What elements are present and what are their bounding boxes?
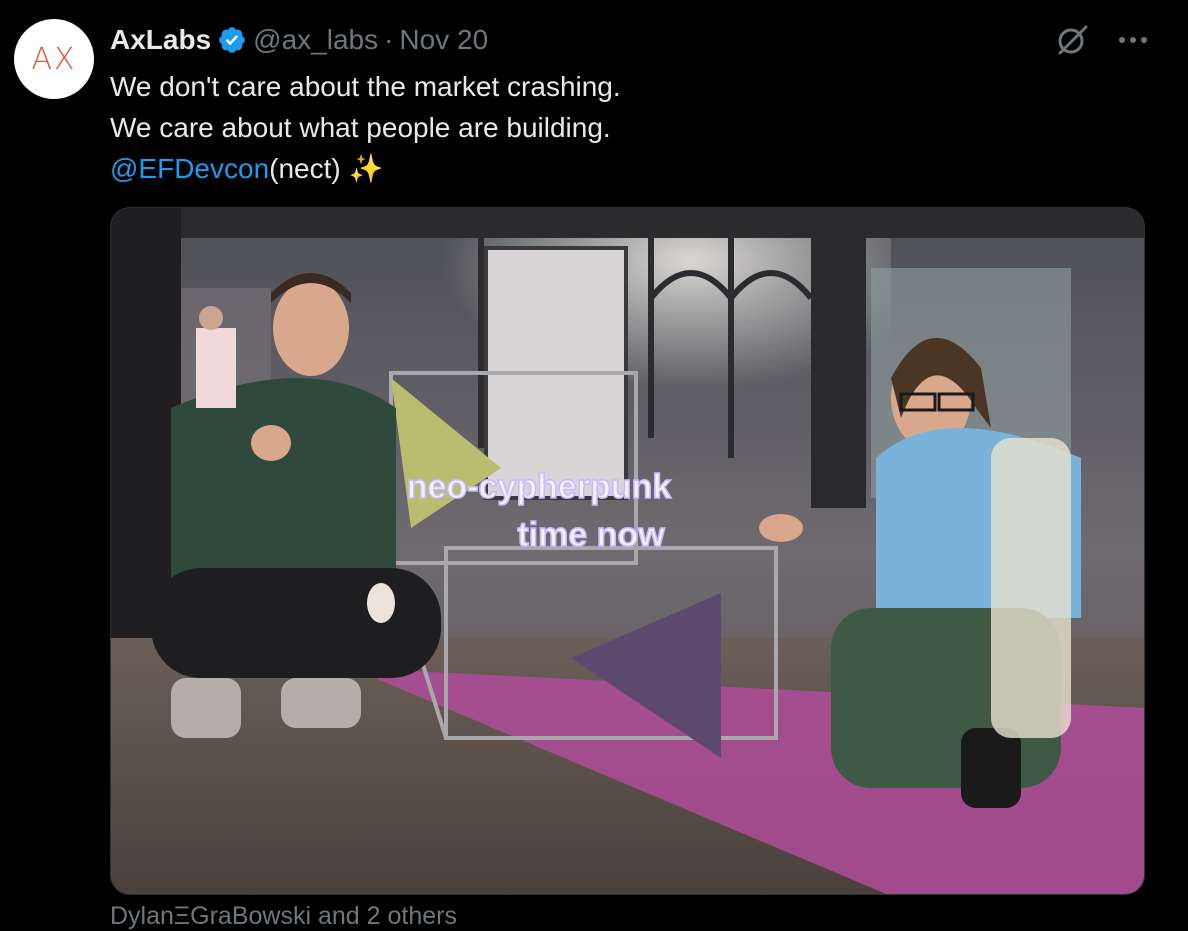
- avatar[interactable]: AX: [14, 19, 94, 99]
- tagged-people-link[interactable]: DylanΞGraBowski and 2 others: [110, 902, 457, 931]
- neon-sign-line1: neo-cypherpunk: [407, 468, 672, 506]
- display-name[interactable]: AxLabs: [110, 24, 211, 56]
- tweet-text-line: We care about what people are building.: [110, 112, 611, 143]
- handle[interactable]: @ax_labs: [253, 24, 378, 56]
- tweet-date[interactable]: Nov 20: [399, 24, 488, 56]
- mention-link[interactable]: @EFDevcon: [110, 153, 269, 184]
- avatar-logo-text: AX: [31, 41, 77, 77]
- separator-dot: ·: [384, 24, 394, 55]
- verified-badge-icon: [217, 25, 247, 55]
- tweet-text: We don't care about the market crashing.…: [110, 66, 621, 189]
- mention-suffix: (nect) ✨: [269, 153, 384, 184]
- tweet-header: AxLabs @ax_labs · Nov 20: [110, 22, 488, 58]
- tweet-text-line: We don't care about the market crashing.: [110, 71, 621, 102]
- more-icon[interactable]: [1118, 35, 1148, 45]
- tweet-media-photo[interactable]: neo-cypherpunk time now: [110, 207, 1145, 895]
- tweet-actions: [1054, 22, 1148, 58]
- tweet-text-line: @EFDevcon(nect) ✨: [110, 148, 621, 189]
- neon-sign-line2: time now: [517, 516, 665, 554]
- grok-icon[interactable]: [1054, 22, 1090, 58]
